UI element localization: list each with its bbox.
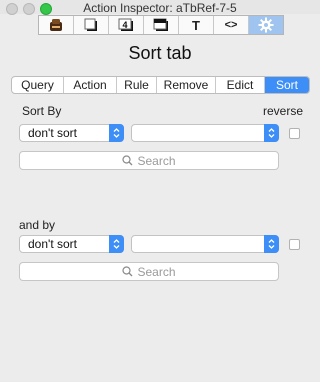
chevron-updown-icon (264, 124, 279, 142)
and-by-secondary-popup[interactable] (131, 235, 279, 253)
search-icon (122, 266, 133, 277)
inspector-tabs: Query Action Rule Remove Edict Sort (11, 76, 310, 94)
tab-edict[interactable]: Edict (216, 77, 265, 93)
gear-icon[interactable] (249, 16, 283, 34)
sort-by-reverse-checkbox[interactable] (289, 128, 300, 139)
window-titlebar: Action Inspector: aTbRef-7-5 (0, 0, 320, 15)
page-title: Sort tab (128, 43, 192, 63)
and-by-search-field[interactable]: Search (19, 262, 279, 281)
code-glyph: <> (224, 19, 238, 31)
tab-sort[interactable]: Sort (265, 77, 309, 93)
sort-by-attribute-value: don't sort (28, 126, 77, 140)
text-glyph: T (192, 17, 200, 33)
and-by-reverse-checkbox[interactable] (289, 239, 300, 250)
tab-remove[interactable]: Remove (157, 77, 216, 93)
tab-rule[interactable]: Rule (117, 77, 157, 93)
chevron-updown-icon (109, 235, 124, 253)
and-by-label: and by (19, 218, 56, 232)
sort-by-secondary-popup[interactable] (131, 124, 279, 142)
reverse-label: reverse (263, 104, 304, 118)
tab-query[interactable]: Query (12, 77, 64, 93)
table-icon[interactable] (144, 16, 179, 34)
sort-by-search-field[interactable]: Search (19, 151, 279, 170)
sort-by-search-placeholder: Search (137, 153, 176, 168)
note-icon[interactable] (74, 16, 109, 34)
chevron-updown-icon (264, 235, 279, 253)
sort-by-attribute-popup[interactable]: don't sort (19, 124, 124, 142)
svg-text:4: 4 (122, 20, 127, 30)
chevron-updown-icon (109, 124, 124, 142)
sort-by-label: Sort By (22, 104, 62, 118)
number-icon[interactable]: 4 (109, 16, 144, 34)
stamp-icon[interactable] (39, 16, 74, 34)
code-icon[interactable]: <> (214, 16, 249, 34)
window-title: Action Inspector: aTbRef-7-5 (83, 1, 237, 15)
and-by-attribute-value: don't sort (28, 237, 77, 251)
inspector-toolbar: 4 T <> (38, 15, 284, 35)
search-icon (122, 155, 133, 166)
and-by-search-placeholder: Search (137, 264, 176, 279)
text-icon[interactable]: T (179, 16, 214, 34)
tab-action[interactable]: Action (64, 77, 117, 93)
and-by-attribute-popup[interactable]: don't sort (19, 235, 124, 253)
